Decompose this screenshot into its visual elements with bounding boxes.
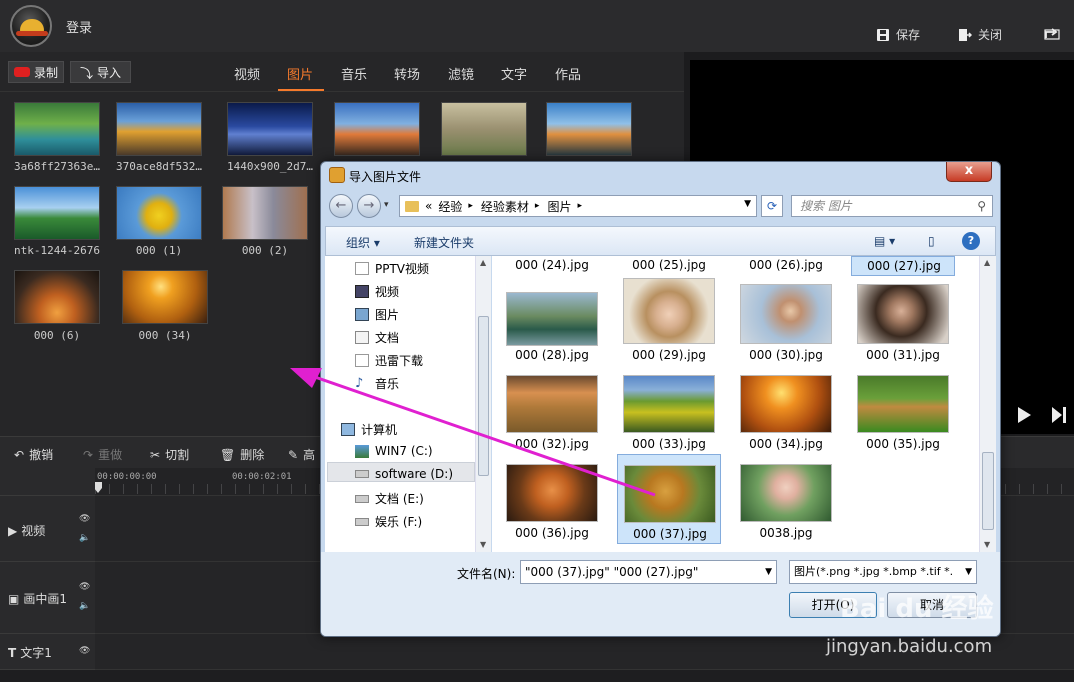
watermark-logo: Bai du 经验 <box>840 594 994 624</box>
annotation-arrow <box>290 368 656 497</box>
watermark-url: jingyan.baidu.com <box>826 636 993 657</box>
